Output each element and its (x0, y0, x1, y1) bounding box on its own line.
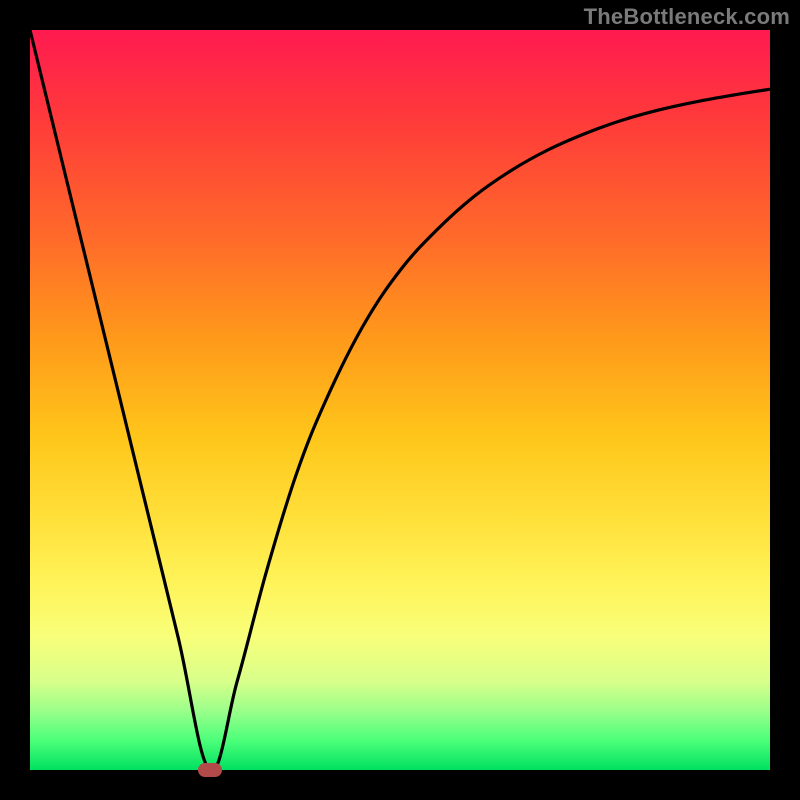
watermark-text: TheBottleneck.com (584, 4, 790, 30)
bottleneck-curve (30, 30, 770, 770)
chart-container: TheBottleneck.com (0, 0, 800, 800)
curve-path (30, 30, 770, 771)
plot-area (30, 30, 770, 770)
minimum-marker (198, 763, 222, 777)
